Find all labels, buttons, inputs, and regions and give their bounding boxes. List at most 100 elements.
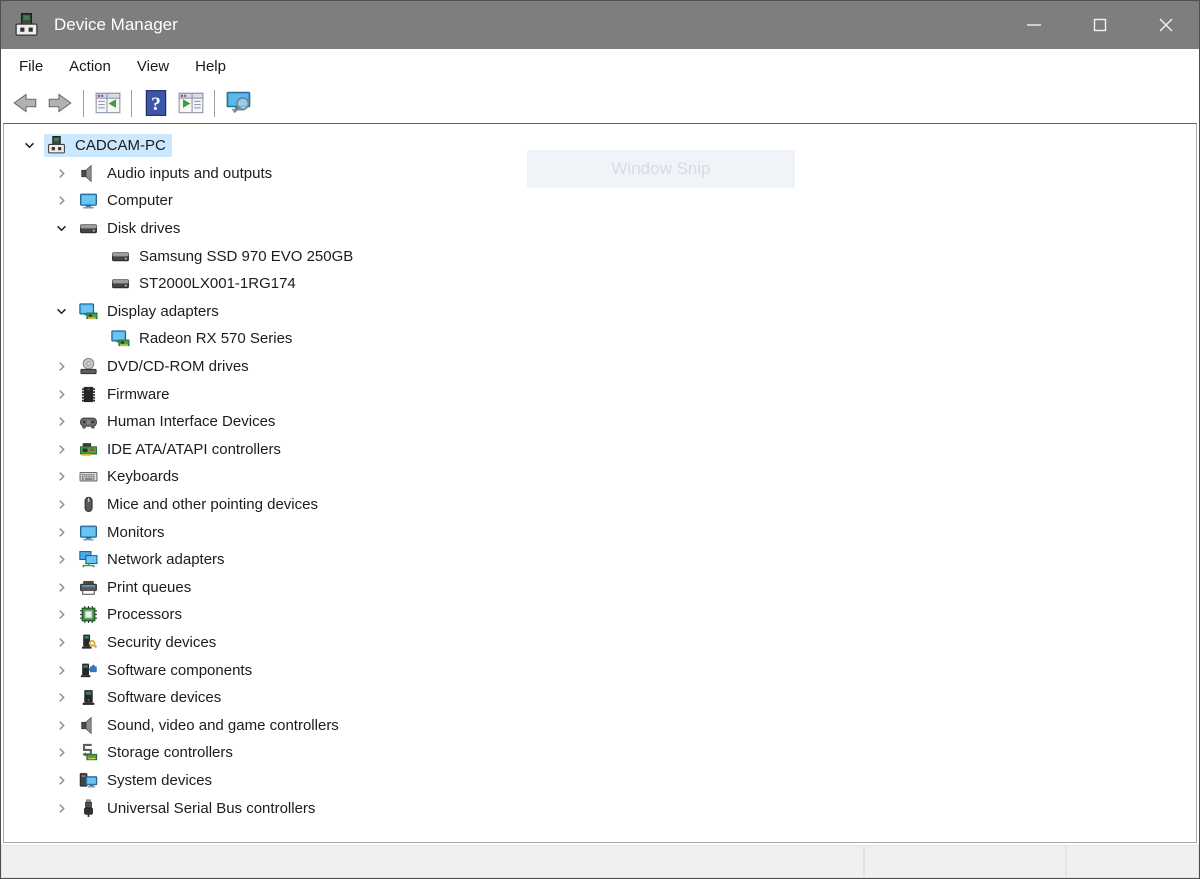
tree-item-audio-inputs-and-outputs[interactable]: Audio inputs and outputs — [4, 160, 1196, 188]
software-device-icon — [79, 688, 98, 707]
tree-item-label: Audio inputs and outputs — [107, 164, 273, 182]
ide-icon — [79, 440, 98, 459]
tree-item-body: CADCAM-PC — [44, 134, 172, 158]
action-pane-button[interactable] — [173, 86, 208, 120]
tree-item-network-adapters[interactable]: Network adapters — [4, 546, 1196, 574]
maximize-icon — [1093, 18, 1107, 32]
tree-item-software-devices[interactable]: Software devices — [4, 684, 1196, 712]
tree-item-body: Processors — [76, 603, 188, 626]
tree-item-body: Security devices — [76, 631, 222, 654]
console-tree-button[interactable] — [90, 86, 125, 120]
tree-item-label: Samsung SSD 970 EVO 250GB — [139, 247, 354, 265]
scan-hardware-icon — [225, 89, 253, 117]
speaker-icon — [79, 164, 98, 183]
chevron-right-icon[interactable] — [46, 463, 76, 491]
chevron-down-icon[interactable] — [46, 215, 76, 243]
tree-item-label: Sound, video and game controllers — [107, 716, 339, 734]
usb-icon — [79, 799, 98, 818]
tree-item-samsung-ssd-970-evo-250gb[interactable]: Samsung SSD 970 EVO 250GB — [4, 242, 1196, 270]
chevron-right-icon[interactable] — [46, 546, 76, 574]
forward-icon — [46, 89, 74, 117]
tree-item-body: Display adapters — [76, 300, 225, 323]
chevron-right-icon[interactable] — [46, 794, 76, 822]
tree-item-keyboards[interactable]: Keyboards — [4, 463, 1196, 491]
chevron-right-icon[interactable] — [46, 353, 76, 381]
chevron-right-icon[interactable] — [46, 380, 76, 408]
tree-item-sound-video-and-game-controllers[interactable]: Sound, video and game controllers — [4, 711, 1196, 739]
tree-item-system-devices[interactable]: System devices — [4, 767, 1196, 795]
tree-item-body: Keyboards — [76, 465, 185, 488]
chevron-right-icon[interactable] — [46, 711, 76, 739]
tree-item-label: Network adapters — [107, 551, 225, 569]
tree-item-label: IDE ATA/ATAPI controllers — [107, 440, 281, 458]
tree-item-security-devices[interactable]: Security devices — [4, 629, 1196, 657]
tree-item-label: Display adapters — [107, 302, 219, 320]
tree-item-body: System devices — [76, 769, 218, 792]
tree-item-ide-ata-atapi-controllers[interactable]: IDE ATA/ATAPI controllers — [4, 436, 1196, 464]
tree-item-body: Software devices — [76, 686, 227, 709]
tree-item-mice-and-other-pointing-devices[interactable]: Mice and other pointing devices — [4, 491, 1196, 519]
forward-button[interactable] — [42, 86, 77, 120]
chevron-right-icon[interactable] — [46, 739, 76, 767]
tree-item-computer[interactable]: Computer — [4, 187, 1196, 215]
chevron-right-icon[interactable] — [46, 601, 76, 629]
tree-item-label: System devices — [107, 771, 213, 789]
titlebar: Device Manager — [1, 1, 1199, 49]
close-button[interactable] — [1133, 1, 1199, 49]
chevron-right-icon[interactable] — [46, 767, 76, 795]
tree-item-universal-serial-bus-controllers[interactable]: Universal Serial Bus controllers — [4, 794, 1196, 822]
tree-item-label: ST2000LX001-1RG174 — [139, 275, 296, 293]
maximize-button[interactable] — [1067, 1, 1133, 49]
chevron-right-icon[interactable] — [46, 160, 76, 188]
tree-item-disk-drives[interactable]: Disk drives — [4, 215, 1196, 243]
tree-item-software-components[interactable]: Software components — [4, 656, 1196, 684]
tree-item-monitors[interactable]: Monitors — [4, 518, 1196, 546]
chevron-right-icon[interactable] — [46, 187, 76, 215]
tree-item-label: Human Interface Devices — [107, 413, 276, 431]
chevron-down-icon[interactable] — [46, 298, 76, 326]
tree-item-storage-controllers[interactable]: Storage controllers — [4, 739, 1196, 767]
help-button[interactable]: ? — [138, 86, 173, 120]
toolbar-separator — [131, 89, 132, 117]
network-icon — [79, 550, 98, 569]
tree-item-print-queues[interactable]: Print queues — [4, 574, 1196, 602]
tree-item-body: Disk drives — [76, 217, 186, 240]
device-tree: CADCAM-PC Audio inputs and outputs Compute… — [4, 124, 1196, 822]
tree-item-st2000lx001-1rg174[interactable]: ST2000LX001-1RG174 — [4, 270, 1196, 298]
tree-item-display-adapters[interactable]: Display adapters — [4, 298, 1196, 326]
back-button[interactable] — [7, 86, 42, 120]
tree-item-firmware[interactable]: Firmware — [4, 380, 1196, 408]
device-manager-root-icon — [47, 136, 66, 155]
hid-icon — [79, 412, 98, 431]
chevron-right-icon[interactable] — [46, 629, 76, 657]
console-tree-icon — [94, 89, 122, 117]
chevron-right-icon[interactable] — [46, 518, 76, 546]
menu-item-action[interactable]: Action — [56, 51, 124, 82]
disk-icon — [111, 274, 130, 293]
menu-item-help[interactable]: Help — [182, 51, 239, 82]
chevron-right-icon[interactable] — [46, 574, 76, 602]
tree-item-human-interface-devices[interactable]: Human Interface Devices — [4, 408, 1196, 436]
tree-item-processors[interactable]: Processors — [4, 601, 1196, 629]
chevron-right-icon[interactable] — [46, 436, 76, 464]
menu-item-view[interactable]: View — [124, 51, 182, 82]
display-adapter-icon — [111, 329, 130, 348]
scan-hardware-button[interactable] — [221, 86, 256, 120]
tree-item-dvd-cd-rom-drives[interactable]: DVD/CD-ROM drives — [4, 353, 1196, 381]
chevron-right-icon[interactable] — [46, 408, 76, 436]
chevron-right-icon[interactable] — [46, 656, 76, 684]
chevron-right-icon[interactable] — [46, 684, 76, 712]
speaker-icon — [79, 716, 98, 735]
menu-item-file[interactable]: File — [6, 51, 56, 82]
disk-icon — [79, 219, 98, 238]
chevron-down-icon[interactable] — [14, 132, 44, 160]
tree-item-body: Mice and other pointing devices — [76, 493, 324, 516]
tree-item-label: Monitors — [107, 523, 165, 541]
tree-item-cadcam-pc[interactable]: CADCAM-PC — [4, 132, 1196, 160]
minimize-button[interactable] — [1001, 1, 1067, 49]
tree-item-label: Disk drives — [107, 220, 181, 238]
close-icon — [1159, 18, 1173, 32]
chevron-right-icon[interactable] — [46, 491, 76, 519]
storage-icon — [79, 743, 98, 762]
tree-item-radeon-rx-570-series[interactable]: Radeon RX 570 Series — [4, 325, 1196, 353]
